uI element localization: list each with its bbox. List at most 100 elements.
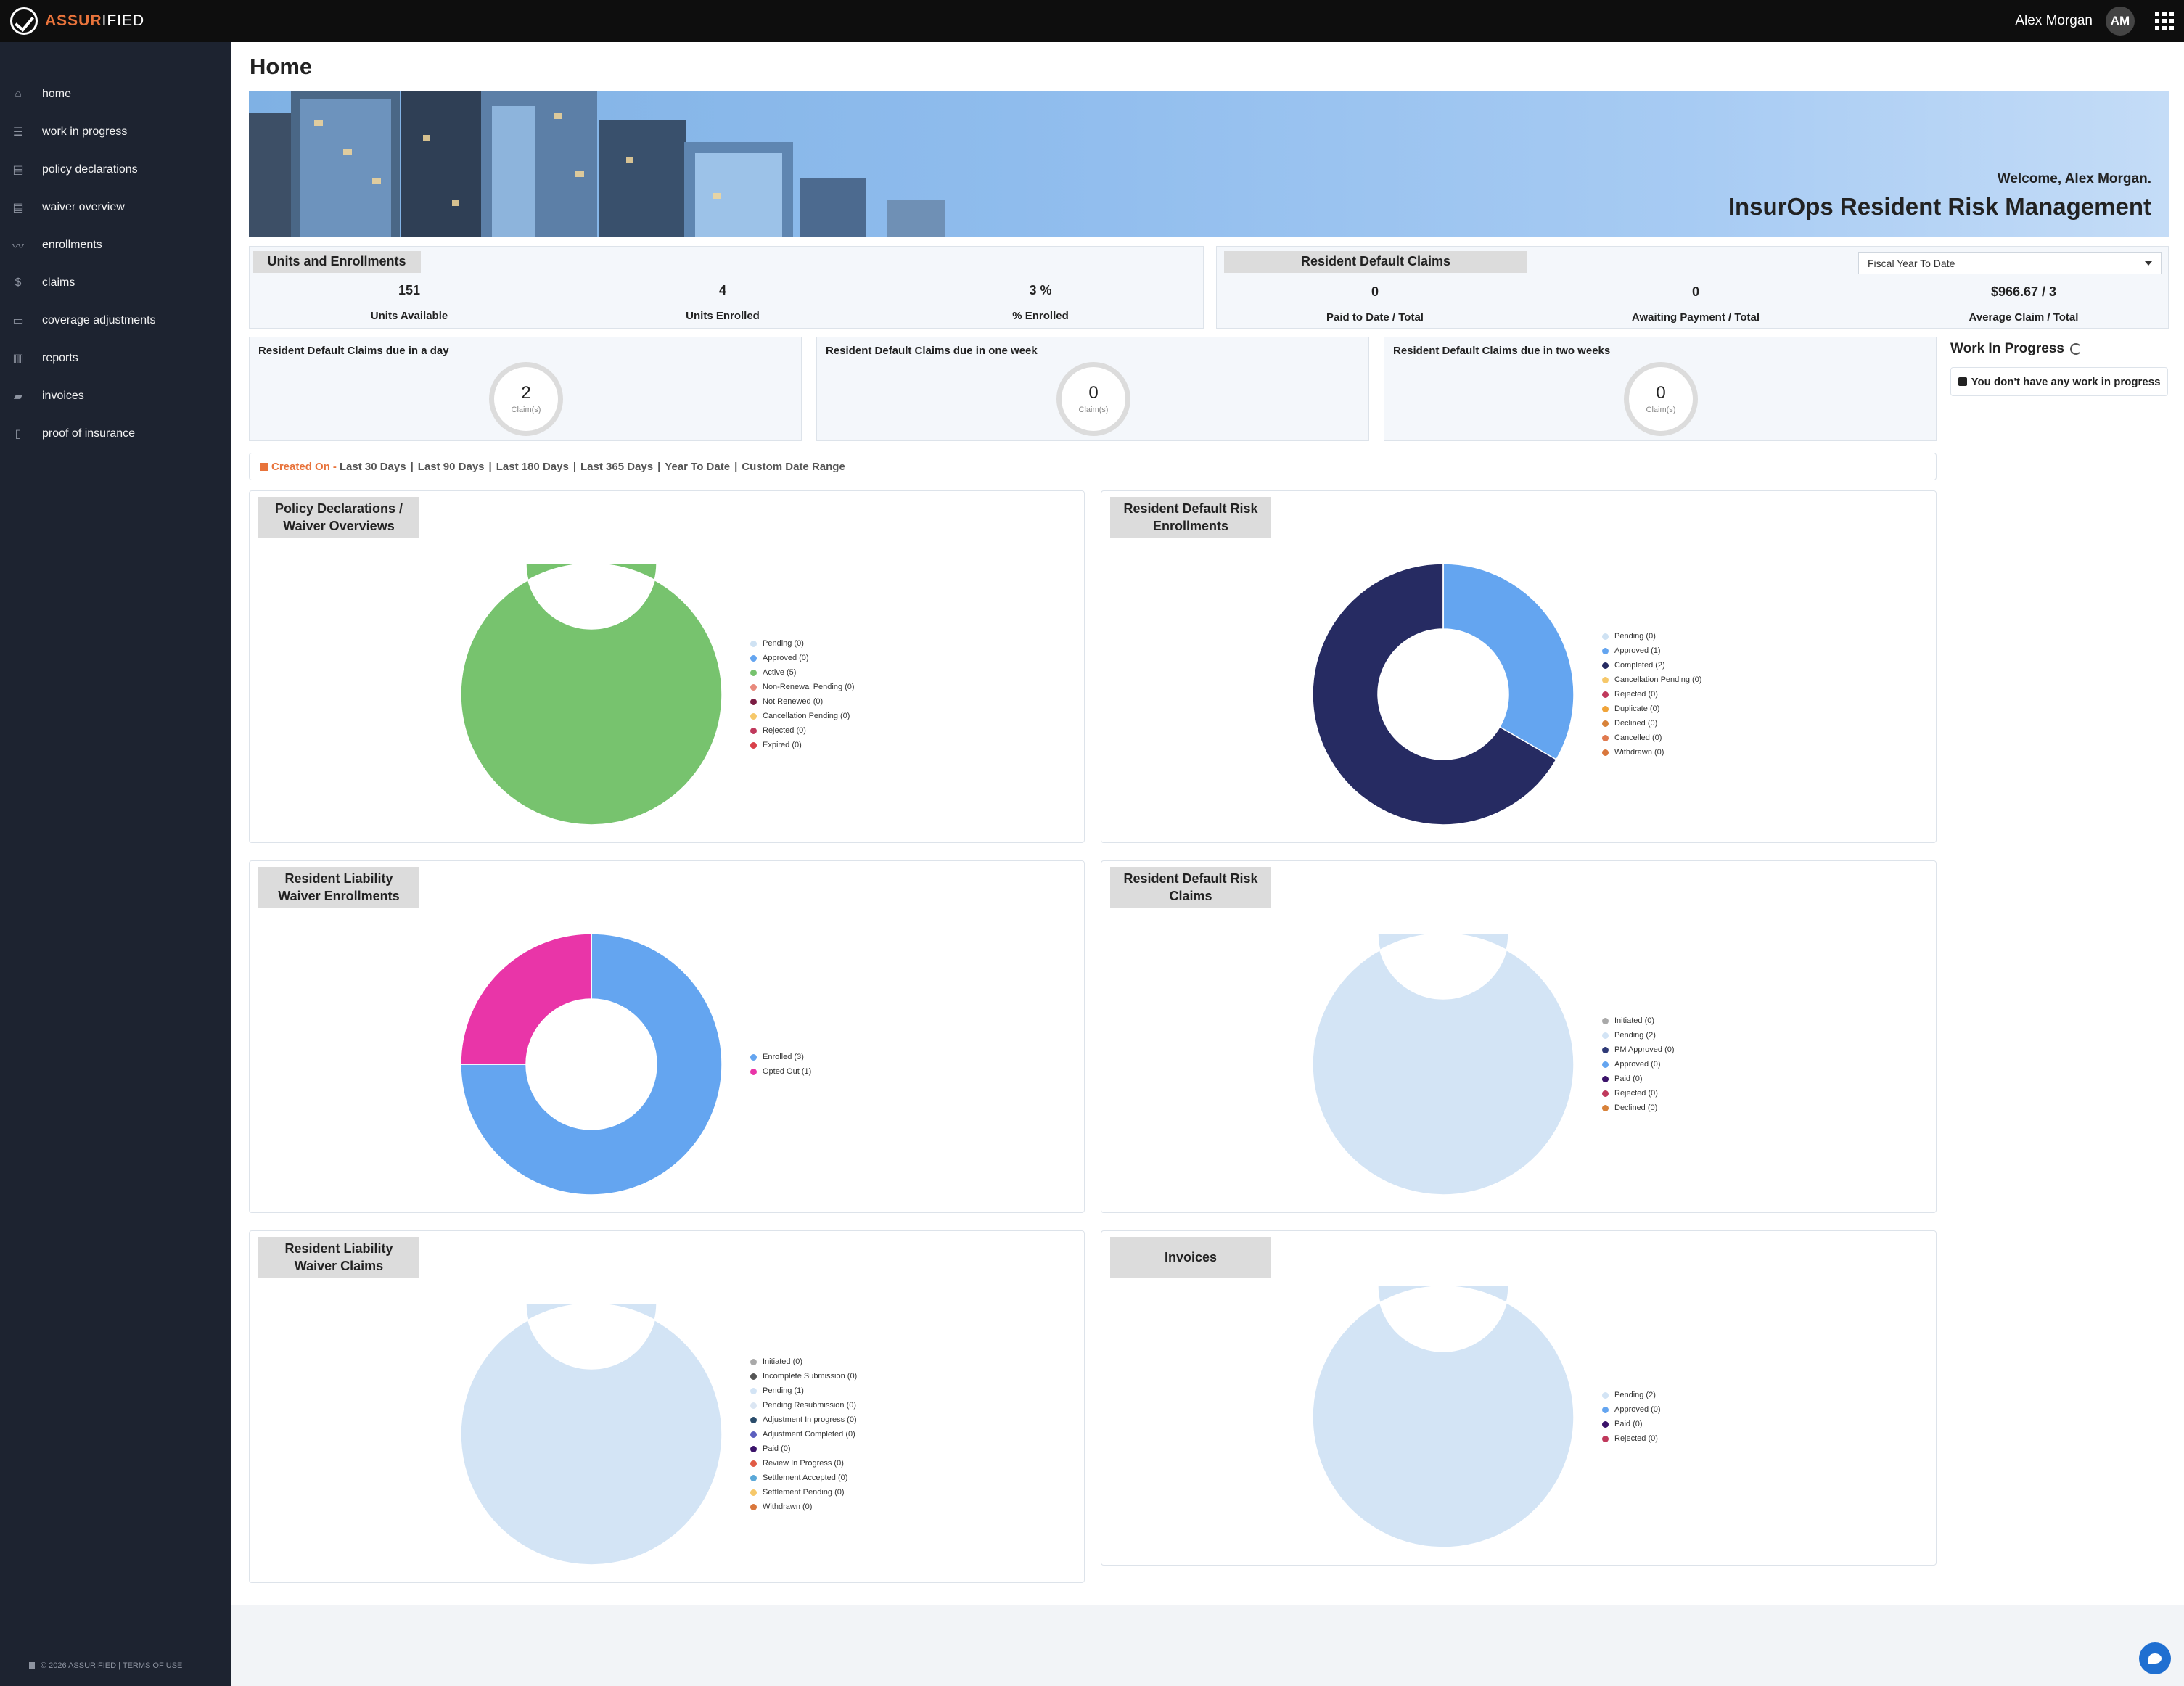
legend-swatch (750, 1445, 757, 1452)
legend-label: Settlement Accepted (0) (763, 1473, 848, 1482)
legend-item[interactable]: Declined (0) (1602, 1101, 1675, 1115)
copyright-text[interactable]: © 2026 ASSURIFIED | TERMS OF USE (41, 1661, 182, 1670)
legend-item[interactable]: Rejected (0) (1602, 687, 1701, 702)
sidebar-item-waiver-overview[interactable]: ▤ waiver overview (0, 189, 231, 226)
legend-swatch (750, 1402, 757, 1409)
legend-label: Not Renewed (0) (763, 697, 824, 706)
legend-label: Approved (0) (763, 654, 809, 662)
sidebar-item-home[interactable]: ⌂ home (0, 75, 231, 113)
avatar[interactable]: AM (2106, 7, 2135, 36)
list-icon: ☰ (12, 126, 24, 139)
legend-item[interactable]: Withdrawn (0) (750, 1500, 857, 1514)
sidebar-item-work-in-progress[interactable]: ☰ work in progress (0, 113, 231, 151)
filter-option-last-30-days[interactable]: Last 30 Days (340, 461, 406, 473)
legend-item[interactable]: Pending (2) (1602, 1388, 1661, 1402)
legend-item[interactable]: Cancellation Pending (0) (750, 709, 855, 723)
main-content: Home Welcome, Alex Morgan. InsurOps Resi… (231, 42, 2184, 1686)
filter-option-custom-date-range[interactable]: Custom Date Range (742, 461, 845, 473)
sidebar-item-coverage-adjustments[interactable]: ▭ coverage adjustments (0, 302, 231, 340)
donut-chart[interactable] (1313, 934, 1574, 1195)
legend-label: Pending (2) (1614, 1031, 1656, 1040)
sidebar-item-label: waiver overview (42, 201, 125, 213)
legend-item[interactable]: Not Renewed (0) (750, 694, 855, 709)
legend-item[interactable]: Paid (0) (1602, 1417, 1661, 1431)
donut-chart[interactable] (461, 564, 722, 825)
chart-legend: Pending (0) Approved (1) Completed (2) Canc… (1602, 629, 1701, 760)
filter-option-last-180-days[interactable]: Last 180 Days (496, 461, 569, 473)
sidebar-item-policy-declarations[interactable]: ▤ policy declarations (0, 151, 231, 189)
chart-title: Resident Default Risk Enrollments (1110, 497, 1271, 538)
legend-item[interactable]: Settlement Accepted (0) (750, 1471, 857, 1485)
donut-chart[interactable] (461, 934, 722, 1195)
legend-item[interactable]: Non-Renewal Pending (0) (750, 680, 855, 694)
period-select[interactable]: Fiscal Year To Date (1858, 252, 2162, 274)
sidebar-item-claims[interactable]: $ claims (0, 264, 231, 302)
legend-label: Enrolled (3) (763, 1053, 804, 1061)
paid-to-date-stat: 0 Paid to Date / Total (1326, 284, 1424, 324)
legend-item[interactable]: Rejected (0) (750, 723, 855, 738)
claims-due-day-card[interactable]: Resident Default Claims due in a day 2 C… (249, 337, 802, 441)
legend-item[interactable]: Opted Out (1) (750, 1064, 811, 1079)
legend-item[interactable]: Declined (0) (1602, 716, 1701, 731)
legend-item[interactable]: Cancellation Pending (0) (1602, 673, 1701, 687)
user-name[interactable]: Alex Morgan (2015, 13, 2093, 29)
legend-item[interactable]: Initiated (0) (1602, 1013, 1675, 1028)
resident-default-claims-panel: Resident Default Claims Fiscal Year To D… (1216, 246, 2169, 329)
units-enrollments-title: Units and Enrollments (253, 251, 421, 273)
brand-logo[interactable]: ASSURIFIED (10, 7, 144, 35)
policy-declarations-chart-panel: Policy Declarations / Waiver Overviews Pe… (249, 490, 1085, 843)
legend-item[interactable]: Initiated (0) (750, 1354, 857, 1369)
legend-item[interactable]: Pending Resubmission (0) (750, 1398, 857, 1412)
legend-label: Adjustment Completed (0) (763, 1430, 855, 1439)
legend-item[interactable]: Cancelled (0) (1602, 731, 1701, 745)
chat-button[interactable] (2139, 1642, 2171, 1674)
legend-item[interactable]: Review In Progress (0) (750, 1456, 857, 1471)
sidebar-item-label: reports (42, 352, 78, 364)
legend-item[interactable]: Pending (1) (750, 1383, 857, 1398)
donut-chart[interactable] (461, 1304, 722, 1565)
filter-option-year-to-date[interactable]: Year To Date (665, 461, 730, 473)
donut-chart[interactable] (1313, 1286, 1574, 1547)
legend-item[interactable]: Settlement Pending (0) (750, 1485, 857, 1500)
donut-slice[interactable] (1442, 564, 1574, 761)
sidebar-item-reports[interactable]: ▥ reports (0, 340, 231, 377)
apps-grid-icon[interactable] (2155, 12, 2174, 30)
legend-item[interactable]: Approved (1) (1602, 643, 1701, 658)
legend-label: Expired (0) (763, 741, 802, 749)
legend-item[interactable]: Pending (0) (750, 636, 855, 651)
legend-item[interactable]: Enrolled (3) (750, 1050, 811, 1064)
legend-item[interactable]: Approved (0) (1602, 1402, 1661, 1417)
sidebar-item-proof-of-insurance[interactable]: ▯ proof of insurance (0, 415, 231, 453)
legend-item[interactable]: Paid (0) (1602, 1072, 1675, 1086)
claims-due-two-weeks-card[interactable]: Resident Default Claims due in two weeks… (1384, 337, 1937, 441)
legend-swatch (1602, 720, 1609, 727)
legend-item[interactable]: Adjustment In progress (0) (750, 1412, 857, 1427)
donut-slice[interactable] (461, 934, 592, 1065)
legend-item[interactable]: Pending (2) (1602, 1028, 1675, 1043)
sidebar: ⌂ home ☰ work in progress ▤ policy declaratio… (0, 42, 231, 1686)
sidebar-item-invoices[interactable]: ▰ invoices (0, 377, 231, 415)
legend-item[interactable]: Rejected (0) (1602, 1431, 1661, 1446)
legend-item[interactable]: Pending (0) (1602, 629, 1701, 643)
legend-item[interactable]: Withdrawn (0) (1602, 745, 1701, 760)
donut-chart[interactable] (1313, 564, 1574, 825)
legend-item[interactable]: Active (5) (750, 665, 855, 680)
legend-item[interactable]: Approved (0) (750, 651, 855, 665)
legend-item[interactable]: Rejected (0) (1602, 1086, 1675, 1101)
claims-due-week-card[interactable]: Resident Default Claims due in one week … (816, 337, 1369, 441)
legend-item[interactable]: Duplicate (0) (1602, 702, 1701, 716)
legend-item[interactable]: Approved (0) (1602, 1057, 1675, 1072)
filter-option-last-365-days[interactable]: Last 365 Days (580, 461, 653, 473)
legend-item[interactable]: Expired (0) (750, 738, 855, 752)
sidebar-item-enrollments[interactable]: 〰 enrollments (0, 226, 231, 264)
sidebar-item-label: enrollments (42, 239, 102, 251)
filter-option-last-90-days[interactable]: Last 90 Days (418, 461, 485, 473)
legend-item[interactable]: Paid (0) (750, 1442, 857, 1456)
legend-swatch (1602, 1406, 1609, 1413)
legend-item[interactable]: Adjustment Completed (0) (750, 1427, 857, 1442)
legend-item[interactable]: Completed (2) (1602, 658, 1701, 673)
legend-item[interactable]: PM Approved (0) (1602, 1043, 1675, 1057)
calendar-icon (260, 462, 268, 471)
refresh-icon[interactable] (2069, 343, 2082, 355)
legend-item[interactable]: Incomplete Submission (0) (750, 1369, 857, 1383)
